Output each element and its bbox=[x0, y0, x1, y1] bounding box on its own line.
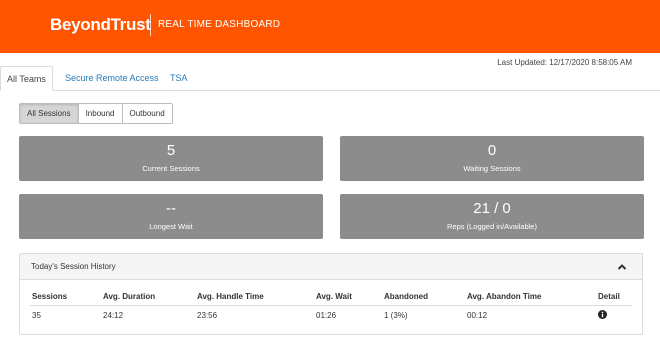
cell-avg-duration: 24:12 bbox=[103, 310, 124, 320]
column-header-avg-wait: Avg. Wait bbox=[314, 289, 382, 306]
column-header-abandoned: Abandoned bbox=[382, 289, 465, 306]
waiting-sessions-card: 0 Waiting Sessions bbox=[340, 136, 644, 181]
current-sessions-card: 5 Current Sessions bbox=[19, 136, 323, 181]
team-tabs: All Teams Secure Remote Access TSA bbox=[0, 66, 660, 91]
session-history-header: Today's Session History bbox=[20, 254, 642, 280]
tab-all-teams[interactable]: All Teams bbox=[0, 66, 53, 91]
top-bar: BeyondTrust REAL TIME DASHBOARD bbox=[0, 0, 660, 53]
cell-avg-wait: 01:26 bbox=[316, 310, 337, 320]
column-header-avg-abandon-time: Avg. Abandon Time bbox=[465, 289, 596, 306]
longest-wait-label: Longest Wait bbox=[149, 222, 193, 231]
info-icon[interactable] bbox=[598, 309, 607, 319]
longest-wait-card: -- Longest Wait bbox=[19, 194, 323, 239]
tab-tsa[interactable]: TSA bbox=[170, 66, 188, 91]
tab-secure-remote-access[interactable]: Secure Remote Access bbox=[65, 66, 159, 91]
waiting-sessions-label: Waiting Sessions bbox=[463, 164, 521, 173]
brand-divider bbox=[150, 14, 151, 36]
table-header-row: Sessions Avg. Duration Avg. Handle Time … bbox=[30, 289, 632, 306]
session-history-title: Today's Session History bbox=[31, 262, 116, 271]
cell-detail bbox=[596, 305, 632, 325]
session-history-table: Sessions Avg. Duration Avg. Handle Time … bbox=[30, 289, 632, 325]
column-header-sessions: Sessions bbox=[30, 289, 101, 306]
session-filter-group: All Sessions Inbound Outbound bbox=[19, 103, 173, 124]
column-header-avg-duration: Avg. Duration bbox=[101, 289, 195, 306]
cell-abandoned: 1 (3%) bbox=[384, 310, 408, 320]
cell-avg-handle-time: 23:56 bbox=[197, 310, 218, 320]
filter-inbound-button[interactable]: Inbound bbox=[77, 103, 123, 124]
current-sessions-label: Current Sessions bbox=[142, 164, 200, 173]
reps-value: 21 / 0 bbox=[473, 200, 511, 217]
brand-logo: BeyondTrust bbox=[50, 15, 151, 34]
reps-card: 21 / 0 Reps (Logged in/Available) bbox=[340, 194, 644, 239]
current-sessions-value: 5 bbox=[166, 142, 176, 159]
column-header-detail: Detail bbox=[596, 289, 632, 306]
filter-all-sessions-button[interactable]: All Sessions bbox=[19, 103, 79, 124]
dashboard-title: REAL TIME DASHBOARD bbox=[158, 19, 281, 30]
longest-wait-value: -- bbox=[166, 200, 176, 217]
waiting-sessions-value: 0 bbox=[487, 142, 497, 159]
reps-label: Reps (Logged in/Available) bbox=[447, 222, 537, 231]
table-row: 35 24:12 23:56 01:26 1 (3%) 00:12 bbox=[30, 305, 632, 325]
session-history-panel: Today's Session History Sessions Avg. Du… bbox=[19, 253, 643, 335]
cell-sessions: 35 bbox=[32, 310, 41, 320]
chevron-up-icon[interactable] bbox=[616, 260, 628, 272]
column-header-avg-handle-time: Avg. Handle Time bbox=[195, 289, 314, 306]
cell-avg-abandon-time: 00:12 bbox=[467, 310, 488, 320]
filter-outbound-button[interactable]: Outbound bbox=[121, 103, 173, 124]
